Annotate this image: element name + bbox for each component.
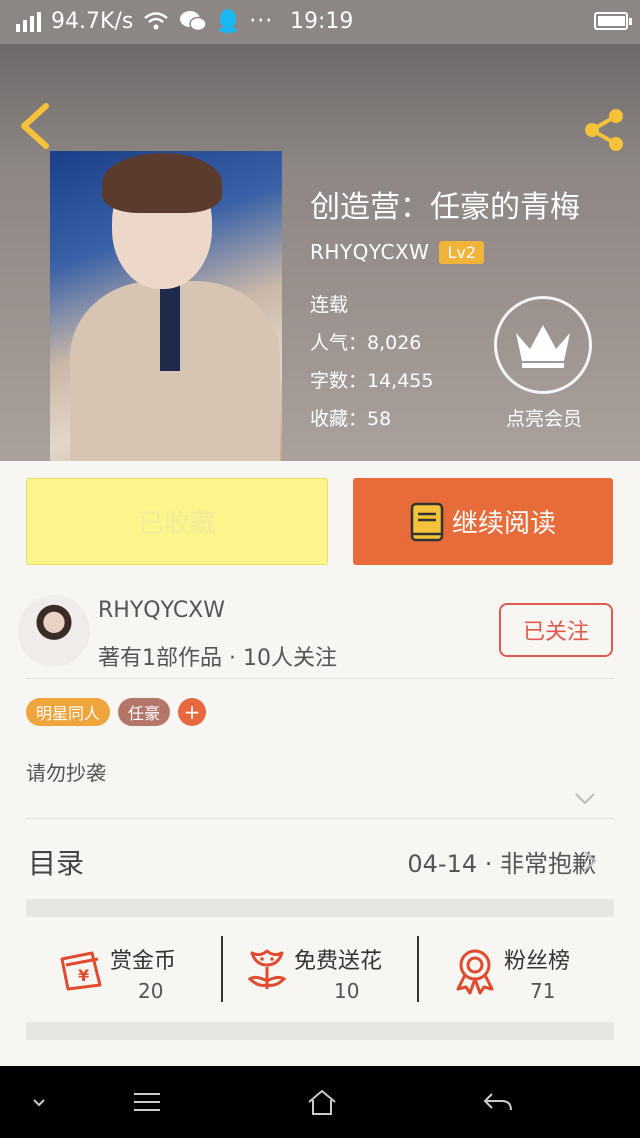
share-icon[interactable] [580,106,628,154]
system-navigation-bar [0,1066,640,1138]
wifi-icon [144,12,169,30]
free-flower-value: 10 [334,979,360,1003]
book-word-count: 字数：14,455 [310,370,434,392]
free-flower-label: 免费送花 [294,949,383,974]
author-card-name[interactable]: RHYQYCXW [98,598,225,623]
book-cover-image[interactable] [50,151,282,461]
stat-divider [221,936,223,1002]
book-author-row: RHYQYCXW Lv2 [310,240,485,264]
toc-title[interactable]: 目录 [28,842,84,882]
reward-coins-value: 20 [138,979,164,1003]
back-arrow-icon[interactable] [16,102,56,150]
author-avatar[interactable] [18,595,90,667]
author-level-badge: Lv2 [439,240,485,264]
fan-ranking-label: 粉丝榜 [504,949,571,974]
follow-button[interactable]: 已关注 [499,603,613,657]
status-bar: 94.7K/s ··· 19:19 [0,0,640,44]
clock: 19:19 [290,9,354,34]
divider [26,818,614,819]
continue-reading-button[interactable]: 继续阅读 [353,478,613,565]
qq-icon [219,9,238,33]
tag-item[interactable]: 明星同人 [26,698,111,726]
stat-divider [417,936,419,1002]
chevron-down-icon[interactable] [32,1098,46,1108]
tag-list: 明星同人 任豪 + [26,698,207,726]
crown-icon [516,325,570,368]
continue-reading-label: 继续阅读 [451,509,556,539]
book-status: 连载 [310,294,349,316]
fan-ranking-button[interactable]: 粉丝榜 71 [450,935,600,1005]
svg-text:¥: ¥ [78,966,89,985]
vip-label: 点亮会员 [505,408,582,430]
menu-icon[interactable] [132,1092,162,1112]
section-separator [26,899,614,917]
section-separator [26,1022,614,1040]
divider [26,678,614,679]
wechat-icon [180,11,208,32]
reward-coins-label: 赏金币 [110,949,177,974]
book-icon [410,502,444,541]
tag-item[interactable]: 任豪 [118,698,171,726]
book-favorites: 收藏：58 [310,408,392,430]
free-flower-button[interactable]: 免费送花 10 [242,935,412,1005]
chevron-down-icon[interactable] [574,792,596,806]
add-tag-button[interactable]: + [178,698,207,726]
book-popularity: 人气：8,026 [310,332,422,354]
more-notifications-icon: ··· [249,8,274,34]
book-author-name[interactable]: RHYQYCXW [310,240,429,264]
author-card-stats: 著有1部作品 · 10人关注 [98,646,337,671]
reward-coins-button[interactable]: ¥ 赏金币 20 [56,935,206,1005]
red-envelope-icon: ¥ [60,951,102,991]
vip-button[interactable]: 点亮会员 [494,296,594,431]
network-speed: 94.7K/s [51,8,134,34]
collected-button[interactable]: 已收藏 [26,478,328,565]
book-header: 创造营：任豪的青梅 RHYQYCXW Lv2 连载 人气：8,026 字数：14… [0,44,640,461]
signal-icon [16,10,41,32]
book-title: 创造营：任豪的青梅 [310,190,580,225]
flower-icon [247,949,287,989]
back-icon[interactable] [482,1090,514,1114]
book-description: 请勿抄袭 [26,761,106,785]
battery-icon [594,12,632,30]
award-ribbon-icon [456,949,494,995]
toc-latest-chapter[interactable]: 04-14 · 非常抱歉 [407,844,596,879]
home-icon[interactable] [306,1088,338,1116]
fan-ranking-value: 71 [530,979,556,1003]
chevron-right-icon[interactable] [583,850,597,872]
